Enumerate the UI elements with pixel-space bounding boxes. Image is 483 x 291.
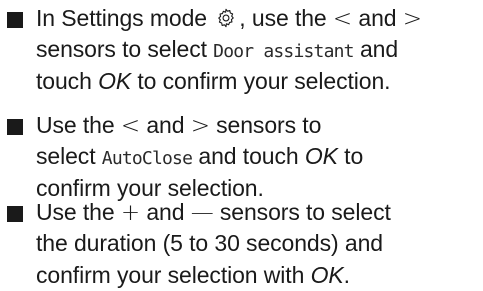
text: confirm your selection with [36,262,311,288]
text: and touch [192,143,305,169]
text: and [352,5,403,31]
text: and [140,199,191,225]
less-than-symbol: < [332,6,353,32]
greater-than-symbol: > [190,113,210,139]
less-than-symbol: < [120,113,141,139]
text: to [337,143,364,169]
bullet-icon [7,12,23,28]
step-3-line-3: confirm your selection with OK. [36,260,350,290]
step-1-line-1: In Settings mode , use the < and > [36,3,422,34]
step-1-line-3: touch OK to confirm your selection. [36,66,391,96]
step-1-line-2: sensors to select Door assistant and [36,34,398,67]
text: Use the [36,112,121,138]
step-2-line-2: select AutoClose and touch OK to [36,141,363,174]
text: touch [36,68,99,94]
display-text-autoclose: AutoClose [101,148,193,169]
text: Use the [36,199,121,225]
plus-symbol: + [120,200,141,226]
step-2-line-1: Use the < and > sensors to [36,110,321,141]
display-text-door-assistant: Door assistant [213,41,354,62]
text: sensors to select [36,36,214,62]
bullet-icon [7,119,23,135]
text: sensors to [209,112,322,138]
text: In Settings mode [36,5,214,31]
text: sensors to select [213,199,391,225]
step-3-line-2: the duration (5 to 30 seconds) and [36,228,383,258]
text: the duration (5 to 30 seconds) and [36,230,383,256]
text: . [343,262,350,288]
text: select [36,143,102,169]
bullet-icon [7,206,23,222]
text: to confirm your selection. [131,68,391,94]
key-ok: OK [310,262,344,288]
text: , use the [239,5,333,31]
greater-than-symbol: > [402,6,422,32]
step-3-line-1: Use the + and — sensors to select [36,197,391,228]
key-ok: OK [304,143,338,169]
minus-symbol: — [190,200,214,226]
text: and [353,36,399,62]
key-ok: OK [98,68,132,94]
gear-icon [218,8,235,28]
text: and [140,112,191,138]
